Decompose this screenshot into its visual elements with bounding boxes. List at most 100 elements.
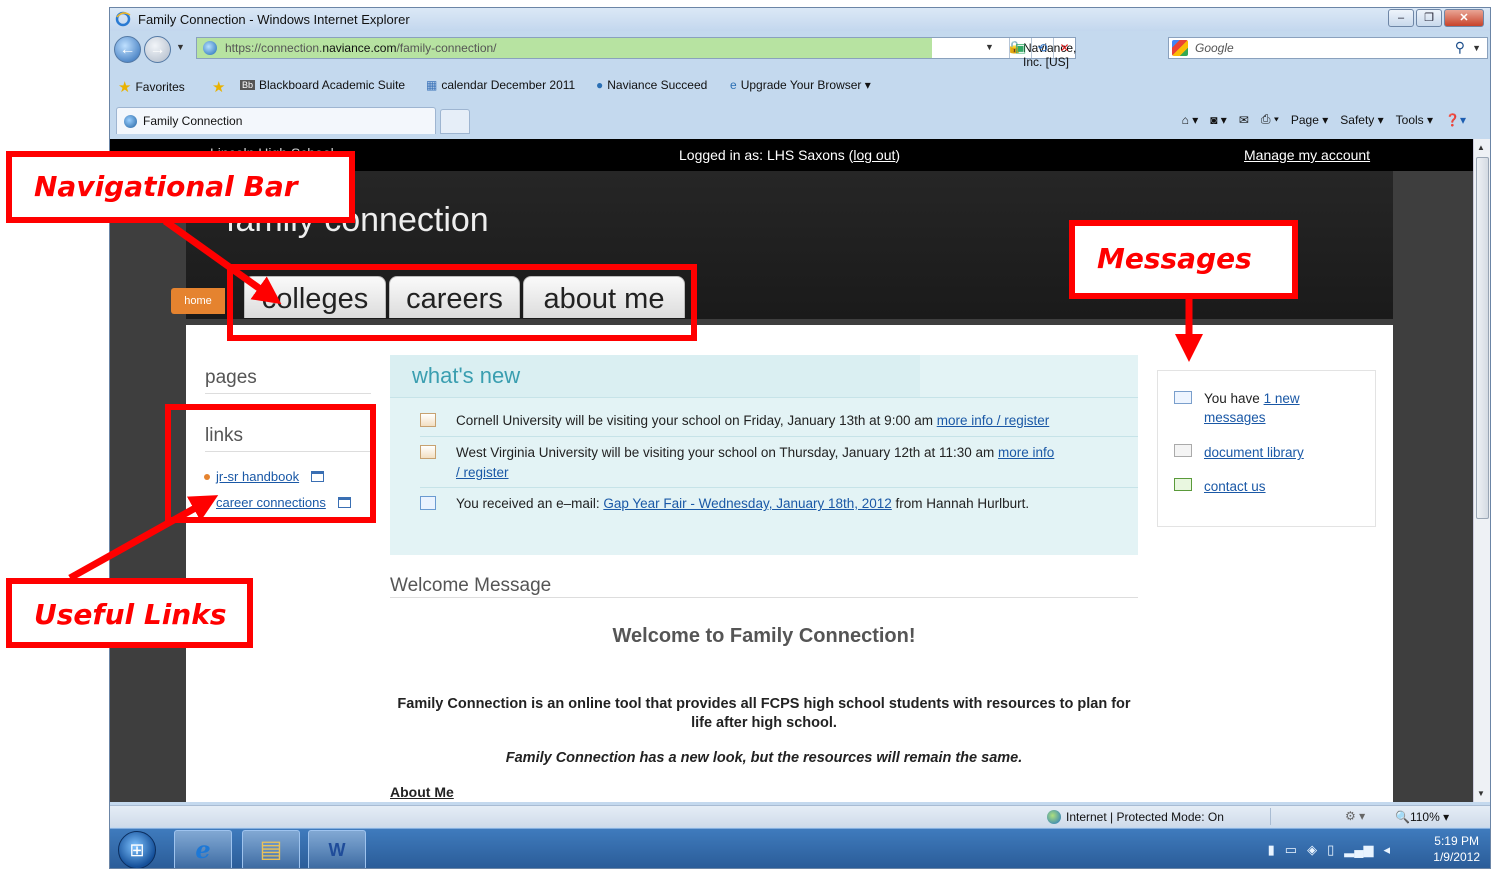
- forward-button[interactable]: →: [144, 36, 171, 63]
- links-highlight: [165, 404, 376, 523]
- nav-bar-callout: Navigational Bar: [6, 151, 355, 223]
- history-dropdown-icon[interactable]: ▼: [176, 42, 185, 52]
- favorite-upgrade[interactable]: e Upgrade Your Browser ▾: [730, 78, 871, 92]
- scroll-down-icon[interactable]: ▼: [1477, 789, 1485, 798]
- whats-new-title: what's new: [412, 363, 521, 388]
- privacy-icon[interactable]: ⚙ ▾: [1345, 809, 1365, 823]
- address-row: ← → ▼ https://connection.naviance.com/fa…: [110, 33, 1490, 69]
- vertical-scrollbar[interactable]: ▲ ▼: [1473, 139, 1490, 802]
- internet-explorer-icon: [115, 11, 131, 27]
- search-icon[interactable]: ⚲: [1455, 39, 1465, 56]
- restore-button[interactable]: ❐: [1416, 9, 1442, 27]
- minimize-button[interactable]: –: [1388, 9, 1414, 27]
- divider: [205, 393, 371, 394]
- new-tab-button[interactable]: [440, 109, 470, 134]
- divider: [420, 436, 1138, 437]
- taskbar-word-icon[interactable]: W: [308, 830, 366, 868]
- email-link[interactable]: Gap Year Fair - Wednesday, January 18th,…: [603, 496, 891, 511]
- home-icon[interactable]: ⌂ ▾: [1182, 112, 1199, 127]
- favorites-star-icon: ★: [118, 79, 132, 96]
- favorite-blackboard[interactable]: Bb Blackboard Academic Suite: [240, 78, 405, 92]
- useful-links-callout: Useful Links: [6, 578, 253, 648]
- favorites-button[interactable]: ★ Favorites: [118, 78, 185, 96]
- calendar-icon: ▦: [426, 78, 438, 92]
- network-icon[interactable]: ▮: [1268, 842, 1275, 858]
- nav-home-tab[interactable]: home: [171, 288, 225, 314]
- safety-menu[interactable]: Safety ▾: [1340, 112, 1383, 127]
- feeds-icon[interactable]: ◙ ▾: [1210, 112, 1227, 127]
- messages-box: You have 1 new messages document library…: [1157, 370, 1376, 527]
- calendar-icon: [420, 413, 436, 427]
- taskbar-explorer-icon[interactable]: ▤: [242, 830, 300, 868]
- url-dropdown-icon[interactable]: ▼: [985, 42, 994, 52]
- manage-account-link[interactable]: Manage my account: [1244, 147, 1370, 163]
- welcome-paragraph: Family Connection is an online tool that…: [397, 696, 1131, 731]
- scrollbar-thumb[interactable]: [1476, 157, 1489, 519]
- favorite-naviance[interactable]: ● Naviance Succeed: [596, 78, 707, 92]
- logout-link[interactable]: log out: [853, 147, 895, 163]
- clock[interactable]: 5:19 PM 1/9/2012: [1433, 833, 1480, 865]
- divider: [1270, 808, 1271, 825]
- document-library-row: document library: [1204, 443, 1304, 462]
- address-bar[interactable]: https://connection.naviance.com/family-c…: [196, 37, 1076, 69]
- close-button[interactable]: ✕: [1444, 9, 1484, 27]
- signal-icon[interactable]: ▂▄▆: [1344, 842, 1373, 858]
- main-content: pages links jr-sr handbook career connec…: [186, 325, 1393, 802]
- volume-icon[interactable]: ◂: [1383, 842, 1390, 858]
- url-text[interactable]: https://connection.naviance.com/family-c…: [225, 41, 497, 55]
- security-icon[interactable]: ◈: [1307, 842, 1317, 858]
- nav-bar-highlight: [227, 264, 697, 341]
- contact-icon: [1174, 478, 1192, 491]
- site-icon: [203, 41, 217, 55]
- naviance-icon: ●: [596, 78, 604, 92]
- print-icon[interactable]: ⎙ ▾: [1261, 112, 1279, 127]
- window-controls: – ❐ ✕: [1388, 9, 1484, 27]
- battery-icon[interactable]: ▯: [1327, 842, 1334, 858]
- search-placeholder: Google: [1195, 41, 1234, 55]
- favorite-calendar[interactable]: ▦ calendar December 2011: [426, 78, 575, 92]
- tab-site-icon: [124, 115, 137, 128]
- pages-heading: pages: [205, 367, 257, 388]
- login-status: Logged in as: LHS Saxons (log out): [679, 147, 901, 163]
- zoom-level[interactable]: 🔍110% ▾: [1395, 810, 1449, 824]
- envelope-icon: [1174, 391, 1192, 404]
- search-box[interactable]: Google ⚲ ▼: [1168, 37, 1488, 59]
- screenshot-stage: Family Connection - Windows Internet Exp…: [0, 0, 1493, 869]
- register-link[interactable]: more info / register: [937, 413, 1050, 428]
- start-button[interactable]: ⊞: [118, 831, 156, 868]
- address-actions: ▣ ⟲ ✕: [1009, 38, 1075, 58]
- taskbar-ie-icon[interactable]: e: [174, 830, 232, 868]
- scroll-up-icon[interactable]: ▲: [1477, 143, 1485, 152]
- display-icon[interactable]: ▭: [1285, 842, 1297, 858]
- whats-new-panel: what's new Cornell University will be vi…: [390, 355, 1138, 555]
- new-messages-row: You have 1 new messages: [1204, 391, 1300, 425]
- help-icon[interactable]: ❓▾: [1445, 112, 1466, 127]
- window-title: Family Connection - Windows Internet Exp…: [138, 12, 410, 27]
- tab-family-connection[interactable]: Family Connection: [116, 107, 436, 134]
- tools-menu[interactable]: Tools ▾: [1396, 112, 1433, 127]
- calendar-icon: [420, 445, 436, 459]
- welcome-heading: Welcome to Family Connection!: [612, 625, 916, 647]
- document-library-link[interactable]: document library: [1204, 445, 1304, 460]
- back-button[interactable]: ←: [114, 36, 141, 63]
- messages-callout: Messages: [1069, 220, 1298, 299]
- taskbar: ⊞ e ▤ W ▮ ▭ ◈ ▯ ▂▄▆ ◂ 5:19 PM 1/9/2012: [110, 828, 1490, 868]
- welcome-section-title: Welcome Message: [390, 575, 552, 596]
- envelope-icon: [420, 496, 436, 510]
- internet-globe-icon: [1047, 810, 1061, 824]
- stop-icon[interactable]: ✕: [1053, 38, 1075, 58]
- page-menu[interactable]: Page ▾: [1291, 112, 1328, 127]
- divider: [390, 597, 1138, 598]
- contact-us-link[interactable]: contact us: [1204, 479, 1266, 494]
- about-me-link[interactable]: About Me: [390, 784, 454, 800]
- search-dropdown-icon[interactable]: ▼: [1472, 43, 1481, 53]
- compatibility-icon[interactable]: ▣: [1009, 38, 1031, 58]
- ie-page-icon: e: [730, 78, 737, 92]
- favorites-bar: ★ Favorites ★ Bb Blackboard Academic Suite…: [110, 72, 1490, 98]
- divider: [420, 487, 1138, 488]
- add-favorite-icon[interactable]: ★: [212, 78, 225, 96]
- security-zone[interactable]: Internet | Protected Mode: On: [1047, 810, 1224, 824]
- mail-icon[interactable]: ✉: [1239, 112, 1249, 127]
- refresh-icon[interactable]: ⟲: [1031, 38, 1053, 58]
- google-icon: [1172, 40, 1188, 56]
